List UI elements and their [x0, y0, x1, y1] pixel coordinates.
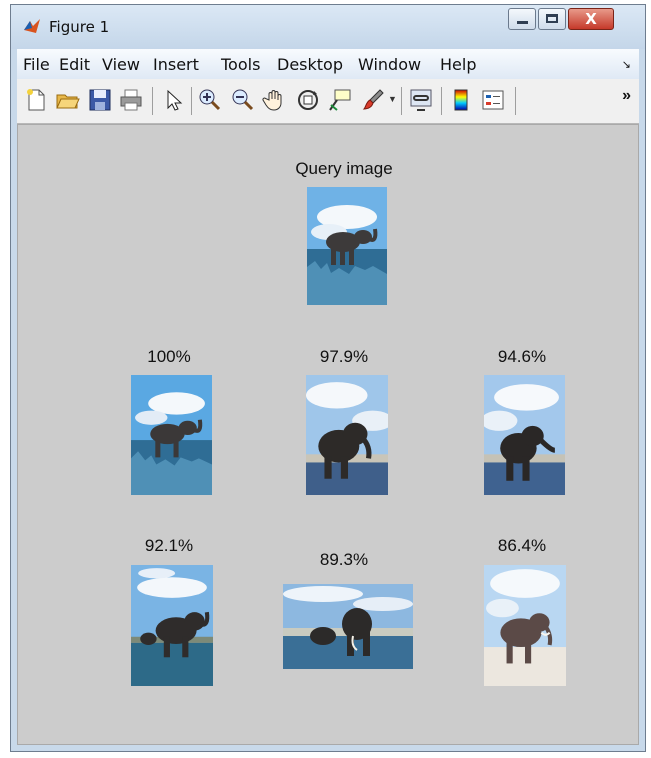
brush-icon[interactable]	[360, 87, 386, 113]
toolbar: ▼ »	[17, 79, 639, 124]
maximize-button[interactable]	[538, 8, 566, 30]
query-image-title: Query image	[295, 159, 393, 178]
rotate-3d-icon[interactable]	[295, 87, 321, 113]
result-score-3: 94.6%	[497, 347, 547, 366]
title-bar[interactable]: Figure 1 X	[11, 5, 645, 49]
menu-desktop[interactable]: Desktop	[277, 55, 343, 74]
menu-file[interactable]: File	[23, 55, 50, 74]
result-elephant-image-2	[306, 375, 388, 495]
data-cursor-icon[interactable]	[327, 87, 353, 113]
result-elephant-image-4	[131, 565, 213, 686]
result-score-1: 100%	[147, 347, 191, 366]
toolbar-separator	[401, 87, 402, 115]
menu-edit[interactable]: Edit	[59, 55, 90, 74]
print-figure-icon[interactable]	[118, 87, 144, 113]
open-file-icon[interactable]	[55, 87, 81, 113]
minimize-button[interactable]	[508, 8, 536, 30]
zoom-in-icon[interactable]	[197, 87, 223, 113]
result-elephant-image-6	[484, 565, 566, 686]
menu-window[interactable]: Window	[358, 55, 421, 74]
toolbar-separator	[152, 87, 153, 115]
figure-window: Figure 1 X File Edit View Insert Tools D…	[10, 4, 646, 752]
window-title: Figure 1	[49, 18, 110, 36]
close-button[interactable]: X	[568, 8, 614, 30]
menu-tools[interactable]: Tools	[221, 55, 260, 74]
zoom-out-icon[interactable]	[230, 87, 256, 113]
toolbar-overflow-icon[interactable]: »	[622, 87, 631, 105]
result-elephant-image-5	[283, 584, 413, 669]
result-elephant-image-3	[484, 375, 565, 495]
new-figure-icon[interactable]	[23, 87, 49, 113]
matlab-logo-icon	[24, 19, 40, 33]
toolbar-separator	[441, 87, 442, 115]
menu-dock-arrow-icon[interactable]: ↘	[622, 58, 631, 71]
menu-insert[interactable]: Insert	[153, 55, 199, 74]
toolbar-separator	[515, 87, 516, 115]
result-score-6: 86.4%	[497, 536, 547, 555]
toolbar-separator	[191, 87, 192, 115]
menu-help[interactable]: Help	[440, 55, 476, 74]
colorbar-icon[interactable]	[448, 87, 474, 113]
save-figure-icon[interactable]	[87, 87, 113, 113]
link-plot-icon[interactable]	[408, 87, 434, 113]
maximize-icon	[546, 14, 558, 23]
result-score-2: 97.9%	[319, 347, 369, 366]
query-elephant-image	[307, 187, 387, 305]
legend-icon[interactable]	[480, 87, 506, 113]
brush-dropdown-arrow-icon[interactable]: ▼	[388, 94, 397, 104]
menu-view[interactable]: View	[102, 55, 140, 74]
close-icon: X	[585, 10, 597, 28]
result-elephant-image-1	[131, 375, 212, 495]
menu-bar: File Edit View Insert Tools Desktop Wind…	[17, 49, 639, 79]
minimize-icon	[517, 21, 528, 24]
pan-hand-icon[interactable]	[262, 87, 288, 113]
result-score-5: 89.3%	[319, 550, 369, 569]
figure-canvas: Query image 100% 97.9% 94.6% 92.1% 89.3%…	[17, 124, 639, 745]
edit-plot-arrow-icon[interactable]	[159, 87, 185, 113]
result-score-4: 92.1%	[144, 536, 194, 555]
